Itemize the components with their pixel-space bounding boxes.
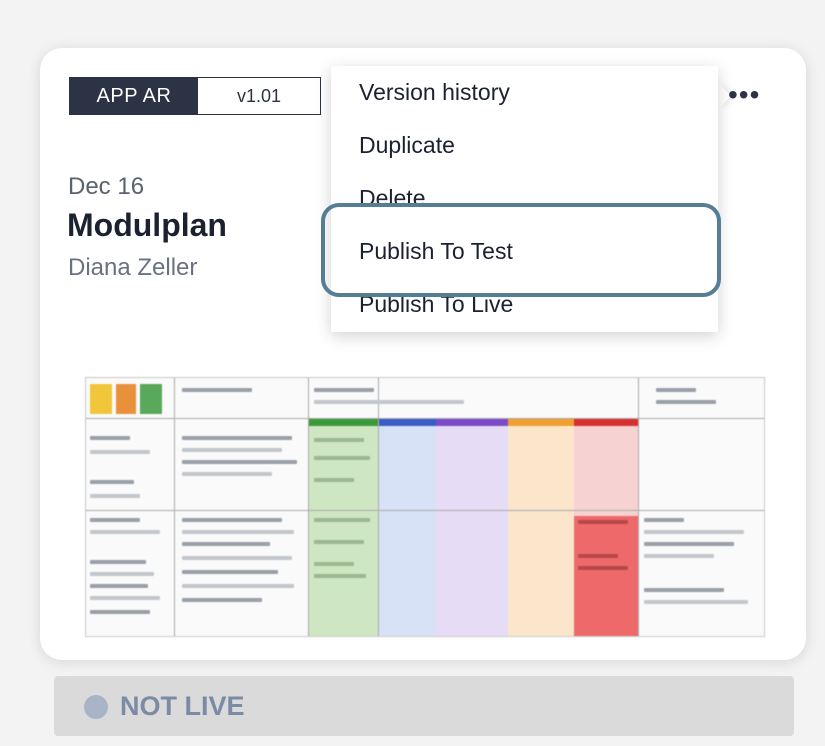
app-label: APP AR: [70, 78, 198, 114]
version-label: v1.01: [198, 78, 320, 114]
thumb-gridline: [378, 378, 379, 636]
thumb-text: [90, 450, 150, 454]
thumb-column-purple: [436, 423, 508, 636]
thumb-strip-red: [574, 418, 638, 426]
thumb-logo-orange: [116, 384, 136, 414]
menu-item-publish-to-live[interactable]: Publish To Live: [359, 291, 513, 318]
thumb-text: [182, 598, 262, 602]
more-options-icon[interactable]: •••: [728, 81, 760, 109]
thumb-strip-green: [308, 418, 378, 426]
thumb-strip-blue: [378, 418, 436, 426]
thumb-text: [314, 388, 374, 392]
thumb-text: [314, 400, 464, 404]
menu-item-version-history[interactable]: Version history: [359, 79, 510, 106]
thumb-text: [578, 520, 628, 524]
thumb-text: [90, 494, 140, 498]
context-menu: Version history Duplicate Delete Publish…: [331, 66, 718, 332]
thumb-gridline: [174, 378, 175, 636]
thumb-text: [90, 518, 140, 522]
thumb-text: [90, 584, 148, 588]
thumb-logo-green: [140, 384, 162, 414]
thumb-text: [90, 436, 130, 440]
menu-item-publish-to-test[interactable]: Publish To Test: [359, 238, 513, 265]
thumb-text: [182, 448, 282, 452]
menu-item-delete[interactable]: Delete: [359, 185, 425, 212]
thumb-text: [90, 560, 146, 564]
thumb-text: [644, 530, 744, 534]
thumb-text: [314, 438, 364, 442]
thumb-text: [182, 556, 292, 560]
card-author: Diana Zeller: [68, 254, 198, 281]
thumb-logo-yellow: [90, 384, 112, 414]
thumb-text: [656, 388, 696, 392]
thumb-text: [314, 518, 370, 522]
thumb-strip-purple: [436, 418, 508, 426]
thumb-text: [644, 542, 734, 546]
thumb-text: [90, 530, 160, 534]
thumb-text: [656, 400, 716, 404]
thumb-gridline: [86, 418, 764, 419]
thumb-text: [314, 456, 370, 460]
thumb-text: [90, 610, 150, 614]
app-version-badge: APP AR v1.01: [69, 77, 321, 115]
status-label: NOT LIVE: [120, 691, 245, 721]
thumb-text: [182, 388, 252, 392]
document-thumbnail[interactable]: [85, 377, 765, 637]
thumb-gridline: [308, 378, 309, 636]
thumb-text: [644, 588, 724, 592]
thumb-text: [182, 570, 278, 574]
thumb-text: [644, 554, 714, 558]
menu-item-duplicate[interactable]: Duplicate: [359, 132, 455, 159]
thumb-column-blue: [378, 423, 436, 636]
thumb-column-green: [308, 423, 378, 636]
thumb-gridline: [86, 510, 764, 511]
thumb-text: [314, 478, 354, 482]
thumb-text: [644, 600, 748, 604]
thumb-text: [182, 542, 270, 546]
thumb-strip-orange: [508, 418, 574, 426]
thumb-gridline: [638, 378, 639, 636]
thumb-text: [90, 480, 134, 484]
thumb-text: [314, 540, 364, 544]
thumb-text: [578, 566, 628, 570]
thumb-text: [644, 518, 684, 522]
thumb-text: [90, 596, 160, 600]
thumb-text: [182, 460, 297, 464]
thumb-column-red-strong: [574, 516, 638, 636]
thumb-text: [90, 572, 154, 576]
thumb-text: [314, 574, 366, 578]
thumb-column-orange: [508, 423, 574, 636]
thumb-text: [578, 554, 618, 558]
thumb-text: [182, 530, 294, 534]
card-date: Dec 16: [68, 173, 145, 200]
card-title: Modulplan: [67, 207, 227, 243]
thumb-text: [182, 584, 294, 588]
thumb-text: [182, 436, 292, 440]
thumb-text: [182, 518, 282, 522]
thumb-text: [182, 472, 272, 476]
status-dot-icon: [84, 695, 108, 719]
thumb-text: [314, 562, 354, 566]
